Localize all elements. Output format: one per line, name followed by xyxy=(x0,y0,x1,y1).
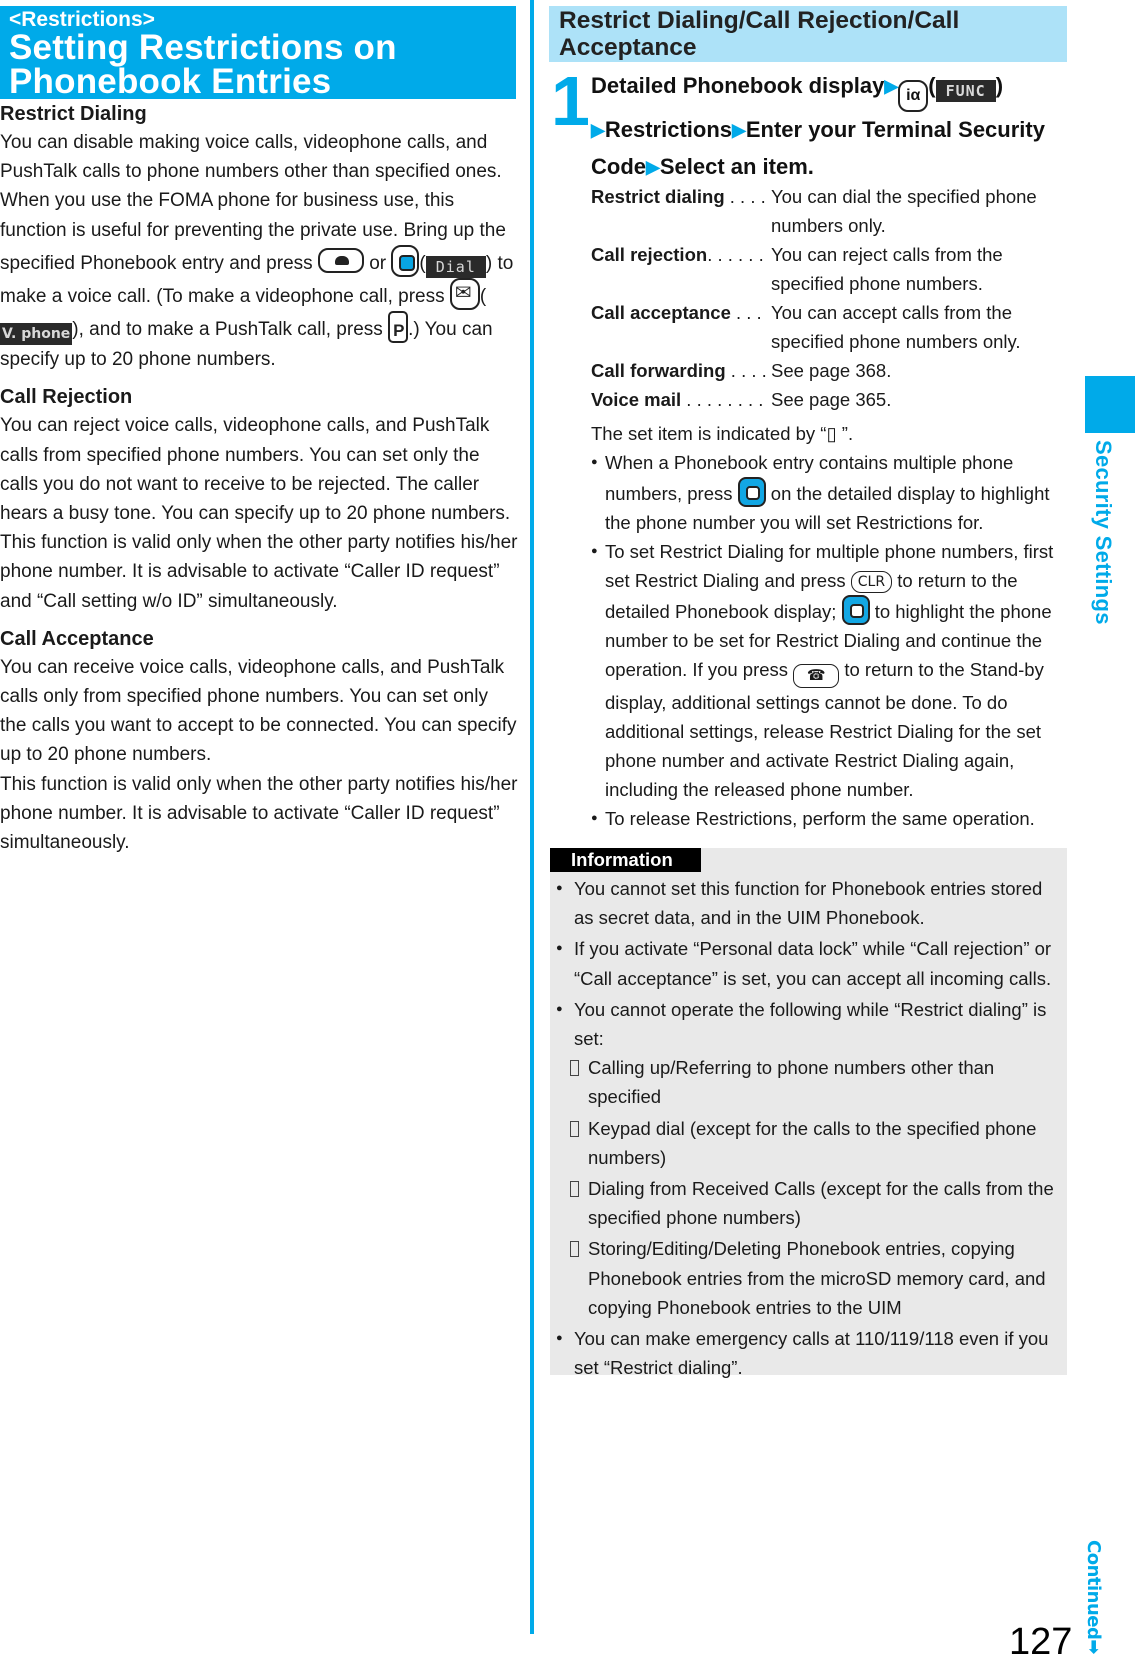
definition-row: Restrict dialing . . . . You can dial the… xyxy=(591,182,1071,240)
definition-row: Call rejection. . . . . . You can reject … xyxy=(591,240,1071,298)
func-softkey-icon: FUNC xyxy=(935,80,996,102)
notes: The set item is indicated by “▯ ”. When … xyxy=(591,419,1071,833)
header-title-line2: Phonebook Entries xyxy=(9,62,332,101)
header-title-line1: Setting Restrictions on xyxy=(9,28,397,67)
bullet-item: To release Restrictions, perform the sam… xyxy=(591,804,1071,833)
section-title: Restrict Dialing xyxy=(0,103,147,125)
leader-dots: . . . . xyxy=(725,360,767,381)
section-body: This function is valid only when the oth… xyxy=(0,773,518,854)
section-restrict-dialing: Restrict Dialing You can disable making … xyxy=(0,100,518,374)
step-text: Restrictions xyxy=(604,117,732,142)
definition-desc: See page 368. xyxy=(771,360,892,381)
bullet-item: To set Restrict Dialing for multiple pho… xyxy=(591,537,1071,804)
information-body: You cannot set this function for Phonebo… xyxy=(556,874,1061,1384)
leader-dots: . . . . . . xyxy=(707,244,764,265)
definition-term: Voice mail xyxy=(591,389,682,410)
vphone-softkey-icon: V. phone xyxy=(0,323,73,346)
info-item: You cannot operate the following while “… xyxy=(556,995,1061,1322)
i-alpha-key-icon: iα xyxy=(898,80,929,112)
leader-dots: . . . . xyxy=(724,186,766,207)
continued-text: Continued xyxy=(1083,1540,1104,1640)
step-text: Select an item. xyxy=(659,153,814,179)
nav-key-icon xyxy=(737,477,766,507)
section-body: This function is valid only when the oth… xyxy=(0,532,518,612)
arrow-right-icon: ▶ xyxy=(884,76,899,96)
section-body: You can disable making voice calls, vide… xyxy=(0,128,518,374)
info-subitems: Calling up/Referring to phone numbers ot… xyxy=(570,1053,1061,1322)
chapter-tab-marker xyxy=(1085,376,1135,433)
definition-row: Voice mail . . . . . . . . See page 365. xyxy=(591,385,1071,414)
call-key-icon xyxy=(317,247,364,273)
definition-list: Restrict dialing . . . . You can dial the… xyxy=(591,182,1071,414)
info-subitem: Calling up/Referring to phone numbers ot… xyxy=(570,1053,1061,1111)
leader-dots: . . . . . . . . xyxy=(681,389,764,410)
info-text: You cannot operate the following while “… xyxy=(574,998,1047,1050)
section-title: Call Rejection xyxy=(0,386,133,409)
leader-dots: . . . xyxy=(730,302,762,323)
info-item: You can make emergency calls at 110/119/… xyxy=(556,1324,1061,1382)
info-item: You cannot set this function for Phonebo… xyxy=(556,874,1061,932)
clr-key-icon: CLR xyxy=(850,571,893,593)
info-bullets: You cannot set this function for Phonebo… xyxy=(556,874,1061,1382)
arrow-right-icon: ▶ xyxy=(732,120,746,140)
step-text: Detailed Phonebook display xyxy=(591,73,885,98)
info-item: If you activate “Personal data lock” whi… xyxy=(556,934,1061,992)
definition-row: Call acceptance . . . You can accept call… xyxy=(591,298,1071,356)
definition-desc: You can dial the specified phone numbers… xyxy=(771,186,1037,236)
left-column: Restrict Dialing You can disable making … xyxy=(0,100,518,866)
definition-desc: See page 365. xyxy=(771,389,892,410)
section-call-acceptance: Call Acceptance You can receive voice ca… xyxy=(0,625,518,857)
chapter-tab-label: Security Settings xyxy=(1091,440,1116,625)
set-item-note: The set item is indicated by “▯ ”. xyxy=(591,423,854,444)
info-subitem: Dialing from Received Calls (except for … xyxy=(570,1174,1061,1232)
arrow-icon: ➡ xyxy=(1083,1639,1104,1654)
body-text: ), and to make a PushTalk call, press xyxy=(72,319,383,341)
section-body: You can reject voice calls, videophone c… xyxy=(0,415,511,525)
arrow-right-icon: ▶ xyxy=(591,120,605,140)
end-key-icon: ☎ xyxy=(793,664,840,688)
column-divider xyxy=(530,0,534,1634)
section-call-rejection: Call Rejection You can reject voice call… xyxy=(0,383,518,615)
section-body: You can receive voice calls, videophone … xyxy=(0,656,517,766)
page-number: 127 xyxy=(1009,1621,1073,1663)
definition-term: Call rejection xyxy=(591,244,708,265)
definition-row: Call forwarding . . . . See page 368. xyxy=(591,356,1071,385)
definition-term: Call forwarding xyxy=(591,360,726,381)
definition-desc: You can reject calls from the specified … xyxy=(771,244,1003,294)
section-header: <Restrictions> Setting Restrictions on P… xyxy=(0,6,516,99)
information-label: Information xyxy=(550,848,701,872)
info-subitem: Keypad dial (except for the calls to the… xyxy=(570,1114,1061,1172)
body-text: or xyxy=(369,252,387,274)
mail-key-icon xyxy=(449,278,480,311)
note-bullets: When a Phonebook entry contains multiple… xyxy=(591,448,1071,833)
section-title: Call Acceptance xyxy=(0,627,154,650)
definition-term: Call acceptance xyxy=(591,302,731,323)
step-instruction: Detailed Phonebook display▶ iα(FUNC) ▶Res… xyxy=(591,73,1045,179)
bullet-item: When a Phonebook entry contains multiple… xyxy=(591,448,1071,537)
continued-indicator: Continued➡ xyxy=(1083,1540,1104,1654)
nav-key-icon xyxy=(841,595,870,625)
info-subitem: Storing/Editing/Deleting Phonebook entri… xyxy=(570,1234,1061,1322)
center-key-icon xyxy=(391,244,420,277)
pushtalk-key-icon xyxy=(388,311,409,345)
arrow-right-icon: ▶ xyxy=(646,156,660,177)
step-number: 1 xyxy=(551,62,590,140)
body-text: You can disable making voice calls, vide… xyxy=(0,132,506,274)
subsection-header: Restrict Dialing/Call Rejection/Call Acc… xyxy=(549,6,1067,62)
definition-term: Restrict dialing xyxy=(591,186,725,207)
dial-softkey-icon: Dial xyxy=(425,255,486,278)
definition-desc: You can accept calls from the specified … xyxy=(771,302,1021,352)
